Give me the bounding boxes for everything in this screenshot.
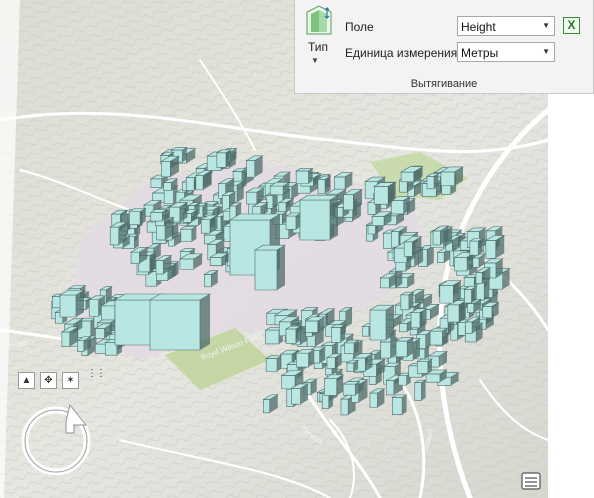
chevron-down-icon: ▼ bbox=[311, 56, 319, 65]
extrusion-group-label: Вытягивание bbox=[410, 78, 478, 90]
extrusion-type-button[interactable]: Тип ▼ bbox=[299, 4, 335, 65]
compass-rotate-icon[interactable] bbox=[20, 403, 92, 475]
map-legend-icon[interactable] bbox=[520, 470, 542, 492]
extrusion-type-icon bbox=[306, 5, 332, 35]
chevron-down-icon: ▼ bbox=[542, 21, 550, 30]
expression-icon: X bbox=[567, 18, 576, 32]
pan-icon: ✥ bbox=[44, 375, 53, 386]
chevron-down-icon: ▼ bbox=[542, 47, 550, 56]
unit-combo[interactable]: Метры ▼ bbox=[457, 42, 555, 62]
road-label-left: Crest bbox=[8, 339, 28, 348]
field-label: Поле bbox=[345, 20, 374, 34]
white-margin bbox=[548, 94, 594, 498]
unit-label: Единица измерения bbox=[345, 46, 458, 60]
type-label: Тип bbox=[307, 40, 328, 54]
more-options-icon[interactable]: ⋮⋮ bbox=[87, 368, 106, 379]
expression-button[interactable]: X bbox=[563, 17, 580, 34]
walk-icon: ✶ bbox=[66, 375, 75, 386]
field-combo[interactable]: Height ▼ bbox=[457, 16, 555, 36]
pan-button[interactable]: ✥ bbox=[40, 372, 57, 389]
extrusion-ribbon: Тип ▼ Поле Height ▼ X Единица измерения … bbox=[294, 0, 594, 94]
collapse-nav-button[interactable]: ▲ bbox=[18, 372, 35, 389]
chevron-up-icon: ▲ bbox=[21, 375, 32, 386]
unit-value: Метры bbox=[461, 46, 499, 60]
field-value: Height bbox=[461, 20, 496, 34]
first-person-button[interactable]: ✶ bbox=[62, 372, 79, 389]
